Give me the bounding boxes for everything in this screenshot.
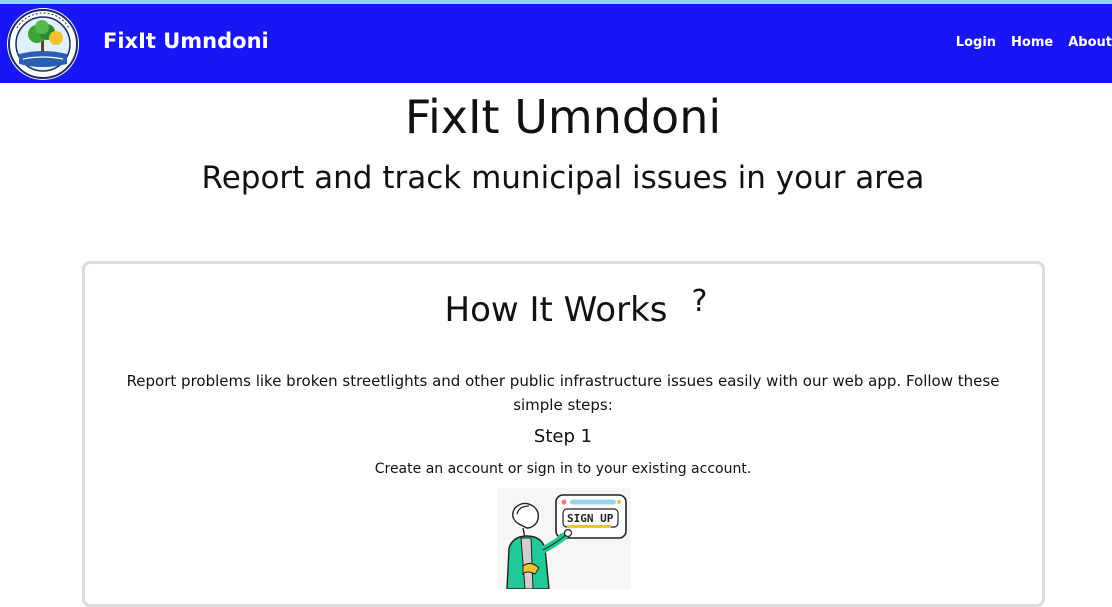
municipality-logo-icon[interactable] — [7, 8, 79, 80]
nav-login-link[interactable]: Login — [956, 35, 996, 50]
step-description: Create an account or sign in to your exi… — [374, 461, 752, 477]
question-mark-icon: ? — [691, 284, 708, 319]
how-it-works-heading: How It Works ? — [0, 284, 1112, 330]
hero-title: FixIt Umndoni — [404, 90, 722, 144]
how-it-works-intro: Report problems like broken streetlights… — [126, 372, 1000, 414]
navbar-links: Login Home About — [941, 35, 1112, 50]
hero-subtitle: Report and track municipal issues in you… — [201, 160, 925, 196]
nav-home-link[interactable]: Home — [1011, 35, 1053, 50]
illustration-signup-text: SIGN UP — [567, 512, 614, 525]
navbar: FixIt Umndoni Login Home About — [0, 4, 1112, 83]
step-title: Step 1 — [533, 426, 593, 447]
signup-illustration-icon: SIGN UP — [497, 488, 631, 589]
how-it-works-title: How It Works — [444, 290, 668, 330]
nav-about-link[interactable]: About — [1068, 35, 1112, 50]
navbar-brand[interactable]: FixIt Umndoni — [103, 29, 269, 53]
